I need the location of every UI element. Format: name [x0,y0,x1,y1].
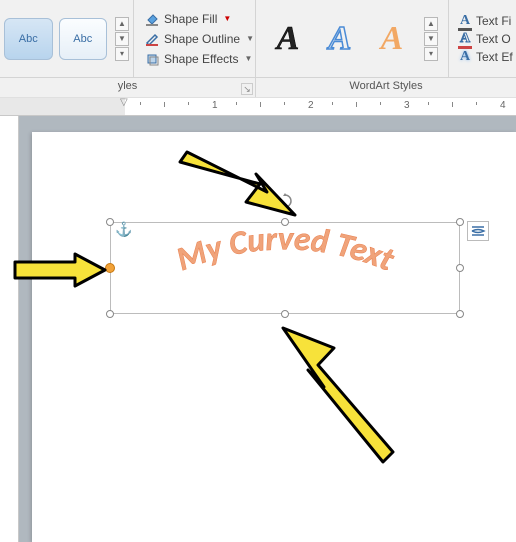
wordart-style-orange[interactable]: A [370,17,414,61]
shape-styles-group-title: yles ↘ [0,78,256,97]
wordart-style-blue-outline[interactable]: A [318,17,362,61]
text-format-section: A Text Fi A Text O A Text Ef [449,0,516,77]
paint-bucket-icon [144,11,160,27]
text-effects-button[interactable]: A Text Ef [457,49,513,65]
gallery-scroll-down-icon[interactable]: ▼ [424,32,438,46]
rotate-handle[interactable] [277,193,293,209]
gallery-scroll-up-icon[interactable]: ▲ [424,17,438,31]
shape-style-sample: Abc [73,33,92,45]
indent-marker-icon[interactable]: ▽ [120,97,128,108]
gallery-more-icon[interactable]: ▾ [115,47,129,61]
annotation-arrow-bottom [268,320,398,470]
text-outline-icon: A [457,31,473,47]
dialog-launcher-icon[interactable]: ↘ [241,83,253,95]
selection-handle-tl[interactable] [106,218,114,226]
chevron-down-icon: ▼ [246,34,254,43]
selection-handle-mr[interactable] [456,264,464,272]
shape-style-preset-1[interactable]: Abc [4,18,53,60]
wordart-gallery-section: A A A ▲ ▼ ▾ [256,0,449,77]
shape-style-sample: Abc [19,33,38,45]
selection-handle-bl[interactable] [106,310,114,318]
selection-handle-bm[interactable] [281,310,289,318]
wordart-styles-group-title: WordArt Styles [256,78,516,97]
chevron-down-icon: ▼ [223,14,231,23]
document-area: ⚓ My Curved Text [0,116,516,542]
text-outline-button[interactable]: A Text O [457,31,513,47]
text-fill-icon: A [457,13,473,29]
vertical-ruler[interactable] [0,116,19,542]
wordart-curved-text: My Curved Text [111,223,459,313]
shape-fill-button[interactable]: Shape Fill ▼ [142,10,247,28]
ruler-tick-label: 1 [212,100,218,111]
svg-text:My Curved Text: My Curved Text [171,217,401,279]
shape-effects-label: Shape Effects [164,52,239,66]
gallery-more-icon[interactable]: ▾ [424,47,438,61]
text-effects-label: Text Ef [476,50,513,64]
shape-styles-gallery-section: Abc Abc ▲ ▼ ▾ [0,0,134,77]
shape-gallery-nav: ▲ ▼ ▾ [115,17,129,61]
selection-handle-br[interactable] [456,310,464,318]
pencil-outline-icon [144,31,160,47]
layout-options-button[interactable] [467,221,489,241]
ruler-tick-label: 4 [500,100,506,111]
ruler-tick-label: 3 [404,100,410,111]
gallery-scroll-up-icon[interactable]: ▲ [115,17,129,31]
horizontal-ruler[interactable]: ▽ 1 2 3 4 [0,97,516,116]
shape-effects-button[interactable]: Shape Effects ▼ [142,50,247,68]
wordart-text-box[interactable]: ⚓ My Curved Text [110,222,460,314]
document-page[interactable]: ⚓ My Curved Text [32,132,516,542]
gallery-scroll-down-icon[interactable]: ▼ [115,32,129,46]
selection-handle-tr[interactable] [456,218,464,226]
wordart-style-black[interactable]: A [266,17,310,61]
text-effects-icon: A [457,49,473,65]
adjustment-handle[interactable] [105,263,115,273]
text-fill-button[interactable]: A Text Fi [457,13,513,29]
shape-style-preset-2[interactable]: Abc [59,18,108,60]
shape-fill-label: Shape Fill [164,12,217,26]
shape-outline-button[interactable]: Shape Outline ▼ [142,30,247,48]
annotation-arrow-left [10,250,110,290]
text-outline-label: Text O [476,32,511,46]
shape-outline-label: Shape Outline [164,32,240,46]
ruler-tick-label: 2 [308,100,314,111]
text-fill-label: Text Fi [476,14,511,28]
chevron-down-icon: ▼ [245,54,253,63]
selection-handle-tm[interactable] [281,218,289,226]
effects-icon [144,51,160,67]
wordart-gallery-nav: ▲ ▼ ▾ [424,17,438,61]
shape-format-section: Shape Fill ▼ Shape Outline ▼ Shape Effec… [134,0,256,77]
annotation-arrow-top [172,144,302,224]
